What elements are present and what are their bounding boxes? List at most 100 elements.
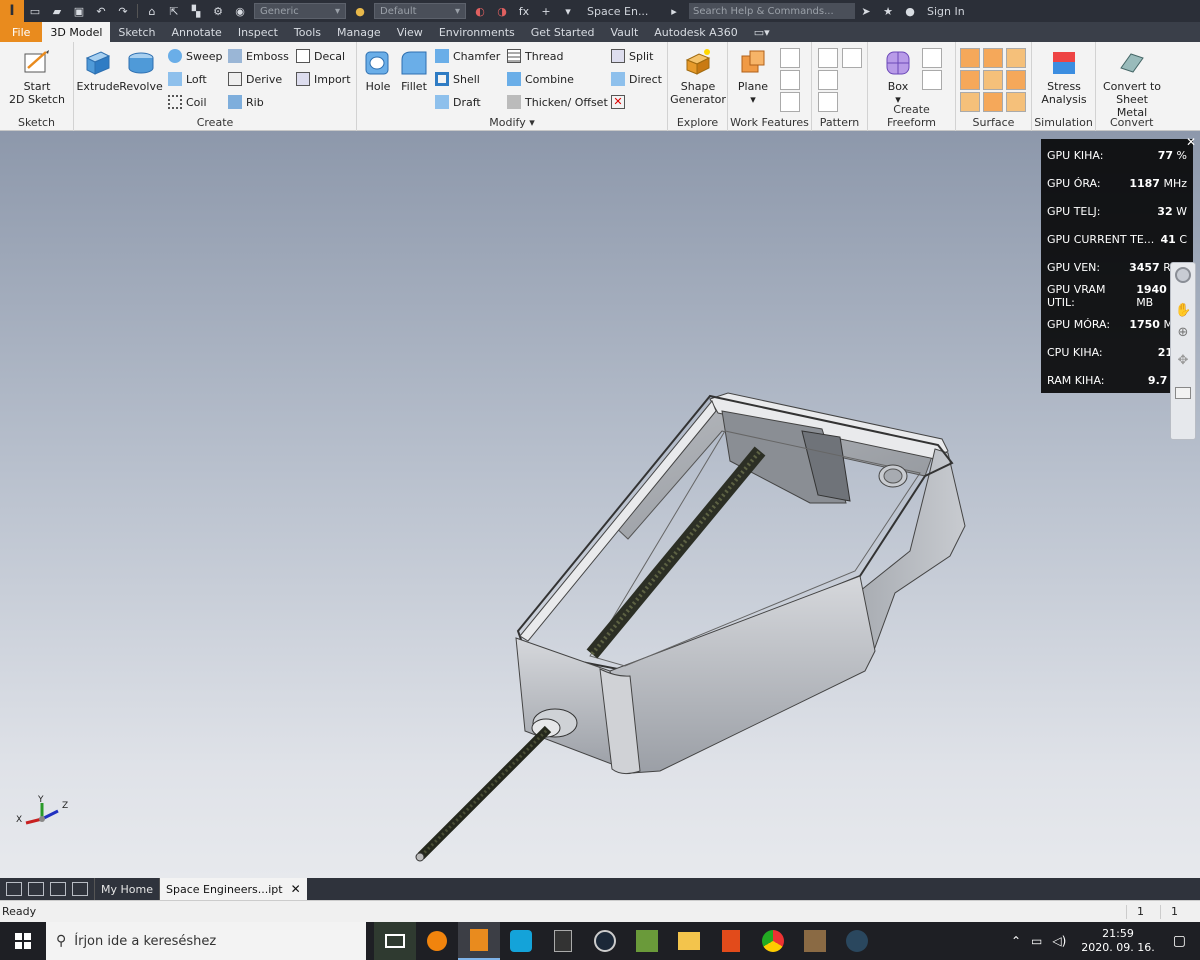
close-tab-icon[interactable]: ✕ [291,882,301,896]
tab-view[interactable]: View [389,22,431,42]
home-icon[interactable]: ⌂ [143,3,161,19]
crate-app-icon[interactable] [794,922,836,960]
notifications-icon[interactable]: ▢ [1173,933,1186,949]
close-icon[interactable]: ✕ [1186,135,1196,149]
shape-generator-button[interactable]: Shape Generator [670,48,726,106]
plus-icon[interactable]: + [537,3,555,19]
zoom-icon[interactable]: ⊕ [1175,325,1191,341]
mirror-icon[interactable] [842,48,862,68]
tab-space-engineers-ipt[interactable]: Space Engineers...ipt ✕ [158,878,307,900]
decal-button[interactable]: Decal [296,47,345,65]
clock[interactable]: 21:59 2020. 09. 16. [1081,927,1154,955]
point-icon[interactable] [780,70,800,90]
ucs-icon[interactable] [780,92,800,112]
tab-annotate[interactable]: Annotate [163,22,229,42]
orbit-icon[interactable]: ✥ [1175,353,1191,369]
steam-2-icon[interactable] [836,922,878,960]
tile-horizontal-icon[interactable] [50,882,66,896]
boundary-icon[interactable] [1006,70,1026,90]
tile-windows-icon[interactable] [28,882,44,896]
3d-model-view[interactable] [0,131,1200,878]
tab-sketch[interactable]: Sketch [110,22,163,42]
hole-button[interactable]: Hole [361,48,395,93]
derive-button[interactable]: Derive [228,70,282,88]
fillet-button[interactable]: Fillet [397,48,431,93]
blender-icon[interactable] [416,922,458,960]
pan-icon[interactable]: ✋ [1175,303,1191,319]
draft-button[interactable]: Draft [435,93,481,111]
chamfer-button[interactable]: Chamfer [435,47,500,65]
combine-button[interactable]: Combine [507,70,574,88]
network-icon[interactable]: ▭ [1031,934,1042,948]
return-icon[interactable]: ⇱ [165,3,183,19]
tab-environments[interactable]: Environments [431,22,523,42]
tab-inspect[interactable]: Inspect [230,22,286,42]
cortana-c-icon[interactable] [500,922,542,960]
plane-button[interactable]: Plane ▾ [732,48,774,106]
inventor-icon[interactable] [458,922,500,960]
emboss-button[interactable]: Emboss [228,47,289,65]
trim-icon[interactable] [960,70,980,90]
ruled-icon[interactable] [960,92,980,112]
ribbon-options-icon[interactable]: ▭▾ [746,22,778,42]
rect-pattern-icon[interactable] [818,48,838,68]
stress-analysis-button[interactable]: Stress Analysis [1036,48,1092,106]
shell-button[interactable]: Shell [435,70,480,88]
color-wheel-icon[interactable]: ● [351,3,369,19]
undo-icon[interactable]: ↶ [92,3,110,19]
axis-icon[interactable] [780,48,800,68]
redo-icon[interactable]: ↷ [114,3,132,19]
start-button[interactable] [0,922,46,960]
taskbar-search-input[interactable]: ⚲ Írjon ide a kereséshez [46,922,366,960]
delete-face-button[interactable]: ✕ [611,93,629,111]
sketch-pattern-icon[interactable] [818,92,838,112]
task-view-icon[interactable] [374,922,416,960]
pin-icon[interactable]: ➤ [857,3,875,19]
customize-icon[interactable]: ▾ [559,3,577,19]
help-search-input[interactable]: Search Help & Commands... [689,3,855,19]
new-file-icon[interactable]: ▭ [26,3,44,19]
split-button[interactable]: Split [611,47,653,65]
look-at-icon[interactable] [1175,387,1191,399]
coil-button[interactable]: Coil [168,93,207,111]
extrude-button[interactable]: Extrude [76,48,120,93]
tab-manage[interactable]: Manage [329,22,389,42]
start-2d-sketch-button[interactable]: Start 2D Sketch [8,48,66,106]
update-icon[interactable]: ⚙ [209,3,227,19]
star-icon[interactable]: ★ [879,3,897,19]
convert-sheet-metal-button[interactable]: Convert to Sheet Metal [1100,48,1164,119]
material-dropdown[interactable]: Generic ▾ [254,3,346,19]
extend-icon[interactable] [983,70,1003,90]
select-icon[interactable]: ▚ [187,3,205,19]
patch-icon[interactable] [983,48,1003,68]
inventor-logo[interactable]: I [0,0,24,22]
chrome-icon[interactable] [752,922,794,960]
tab-3d-model[interactable]: 3D Model [42,22,111,42]
cascade-windows-icon[interactable] [6,882,22,896]
steam-icon[interactable] [584,922,626,960]
epic-games-icon[interactable] [542,922,584,960]
tab-vault[interactable]: Vault [603,22,647,42]
thicken-offset-button[interactable]: Thicken/ Offset [507,93,608,111]
office-icon[interactable] [710,922,752,960]
repair-icon[interactable] [1006,92,1026,112]
direct-button[interactable]: Direct [611,70,662,88]
sweep-button[interactable]: Sweep [168,47,223,65]
tab-get-started[interactable]: Get Started [523,22,603,42]
sign-in-link[interactable]: Sign In [927,5,965,18]
box-button[interactable]: Box ▾ [876,48,920,106]
sculpt-icon[interactable] [1006,48,1026,68]
rib-button[interactable]: Rib [228,93,264,111]
circular-pattern-icon[interactable] [818,70,838,90]
volume-icon[interactable]: ◁) [1052,934,1066,948]
freeform-convert-icon[interactable] [922,70,942,90]
steering-wheel-icon[interactable] [1175,267,1191,283]
tab-tools[interactable]: Tools [286,22,329,42]
save-icon[interactable]: ▣ [70,3,88,19]
minecraft-icon[interactable] [626,922,668,960]
revolve-button[interactable]: Revolve [119,48,163,93]
replace-face-icon[interactable] [983,92,1003,112]
fx-icon[interactable]: fx [515,3,533,19]
freeform-face-icon[interactable] [922,48,942,68]
import-button[interactable]: Import [296,70,351,88]
